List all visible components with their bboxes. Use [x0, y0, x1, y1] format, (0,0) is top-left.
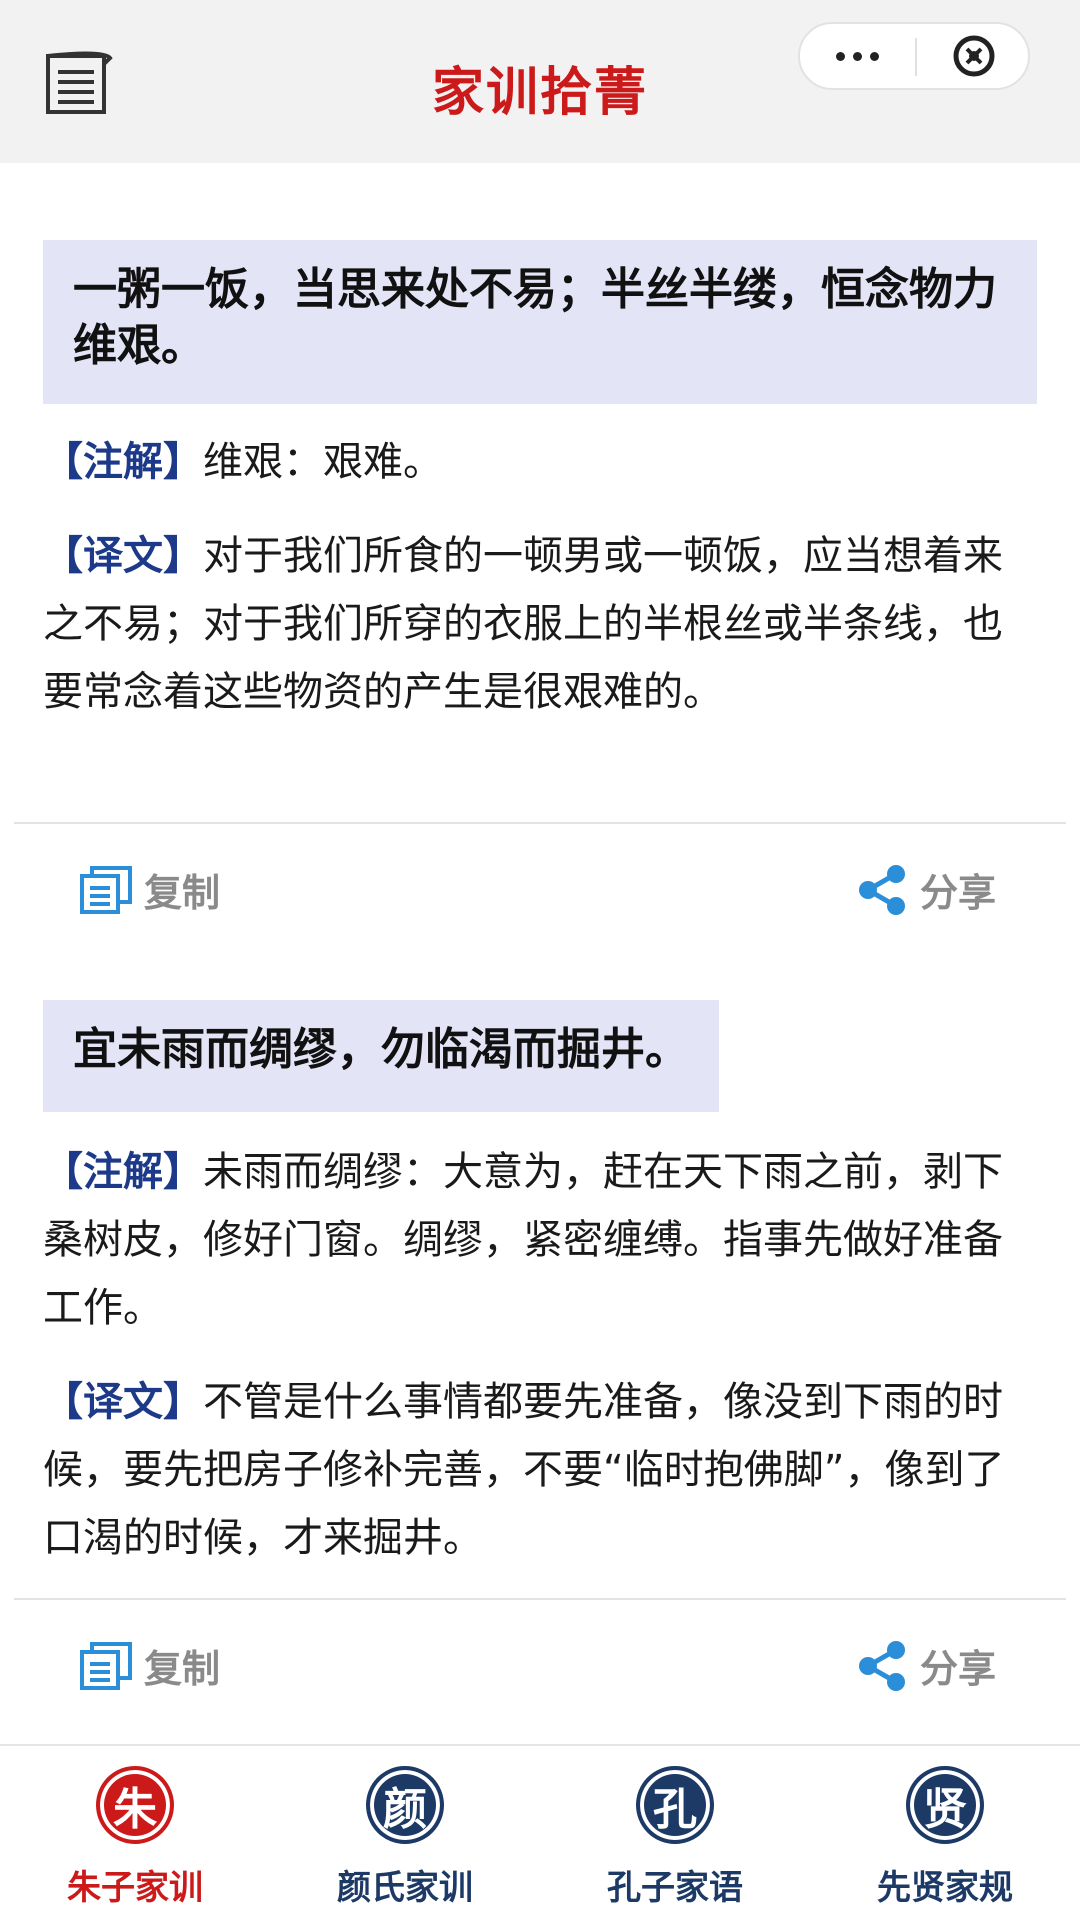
copy-label: 复制	[144, 871, 221, 915]
quote-box: 宜未雨而绸缪，勿临渴而掘井。	[43, 1000, 719, 1112]
translation-tag: 【译文】	[43, 533, 203, 579]
divider	[14, 1598, 1066, 1600]
bottom-nav: 朱 朱子家训 颜 颜氏家训 孔 孔子家语 贤 先贤家规	[0, 1744, 1080, 1920]
share-button[interactable]: 分享	[856, 1638, 996, 1693]
nav-item-label: 孔子家语	[607, 1868, 743, 1908]
close-button[interactable]	[917, 24, 1030, 88]
nav-item-zhuzi[interactable]: 朱 朱子家训	[0, 1746, 270, 1920]
copy-button[interactable]: 复制	[80, 862, 220, 917]
nav-item-label: 颜氏家训	[337, 1868, 473, 1908]
mini-program-capsule	[798, 22, 1030, 90]
nav-item-xianxian[interactable]: 贤 先贤家规	[810, 1746, 1080, 1920]
note-paragraph: 【注解】维艰：艰难。	[43, 428, 1033, 496]
copy-button[interactable]: 复制	[80, 1638, 220, 1693]
nav-item-yanshi[interactable]: 颜 颜氏家训	[270, 1746, 540, 1920]
share-icon	[859, 864, 905, 915]
zhu-seal-icon: 朱	[96, 1766, 174, 1844]
note-tag: 【注解】	[43, 439, 203, 485]
quote-text: 一粥一饭，当思来处不易；半丝半缕，恒念物力维艰。	[73, 264, 997, 371]
copy-icon	[80, 1641, 132, 1690]
note-text: 维艰：艰难。	[203, 439, 443, 485]
share-label: 分享	[920, 1647, 997, 1691]
yan-seal-icon: 颜	[366, 1766, 444, 1844]
more-button[interactable]	[800, 24, 915, 88]
share-button[interactable]: 分享	[856, 862, 996, 917]
nav-item-kongzi[interactable]: 孔 孔子家语	[540, 1746, 810, 1920]
quote-text: 宜未雨而绸缪，勿临渴而掘井。	[73, 1024, 689, 1075]
translation-paragraph: 【译文】不管是什么事情都要先准备，像没到下雨的时候，要先把房子修补完善，不要“临…	[43, 1368, 1033, 1572]
nav-item-label: 先贤家规	[877, 1868, 1013, 1908]
more-dots-icon	[832, 51, 883, 61]
xian-seal-icon: 贤	[906, 1766, 984, 1844]
quote-box: 一粥一饭，当思来处不易；半丝半缕，恒念物力维艰。	[43, 240, 1037, 404]
share-icon	[859, 1640, 905, 1691]
note-paragraph: 【注解】未雨而绸缪：大意为，赶在天下雨之前，剥下桑树皮，修好门窗。绸缪，紧密缠缚…	[43, 1138, 1033, 1342]
translation-paragraph: 【译文】对于我们所食的一顿男或一顿饭，应当想着来之不易；对于我们所穿的衣服上的半…	[43, 522, 1033, 726]
translation-tag: 【译文】	[43, 1379, 203, 1425]
copy-label: 复制	[144, 1647, 221, 1691]
copy-icon	[80, 865, 132, 914]
top-bar: 家训拾菁	[0, 0, 1080, 163]
kong-seal-icon: 孔	[636, 1766, 714, 1844]
close-circle-icon	[953, 35, 994, 77]
note-tag: 【注解】	[43, 1149, 203, 1195]
nav-item-label: 朱子家训	[67, 1868, 203, 1908]
divider	[14, 822, 1066, 824]
share-label: 分享	[920, 871, 997, 915]
